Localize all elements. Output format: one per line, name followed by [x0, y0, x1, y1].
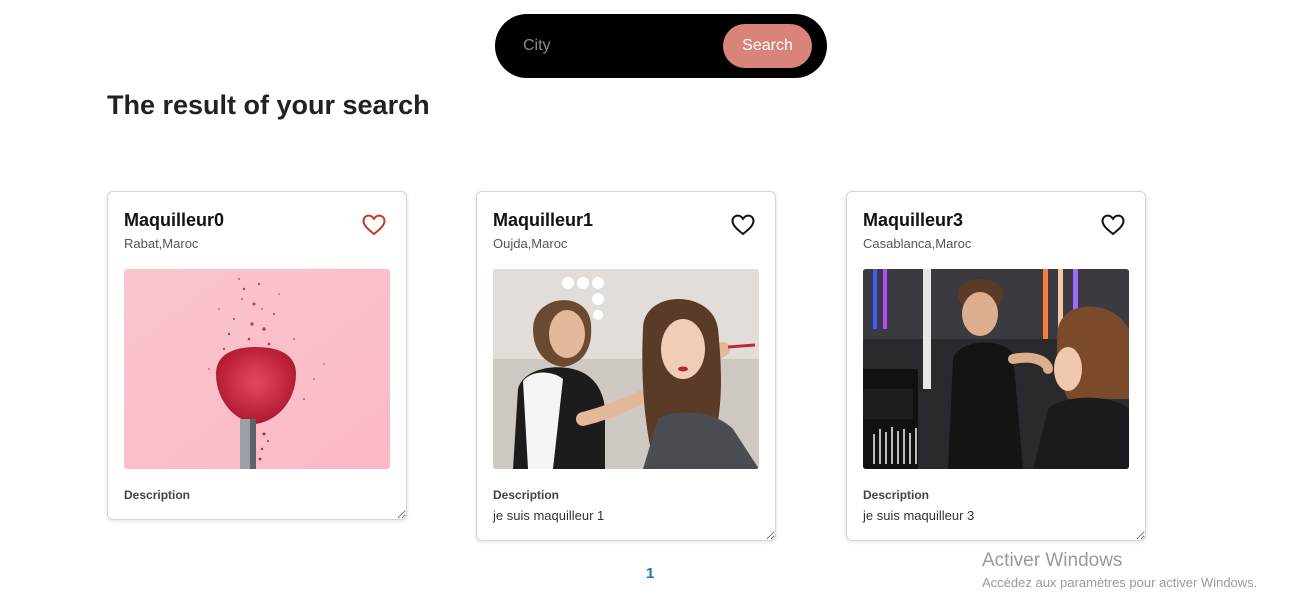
artist-name: Maquilleur1 — [493, 210, 594, 230]
makeup-artist-photo — [493, 269, 759, 469]
windows-activation-subtitle: Accédez aux paramètres pour activer Wind… — [982, 575, 1258, 590]
artist-card[interactable]: Maquilleur1 Oujda,Maroc Description je s… — [476, 191, 776, 541]
description-label: Description — [124, 488, 191, 502]
artist-location: Casablanca,Maroc — [863, 236, 972, 251]
pagination-page[interactable]: 1 — [646, 565, 654, 582]
description-text: je suis maquilleur 1 — [493, 508, 605, 523]
artist-card[interactable]: Maquilleur0 Rabat,Maroc Description — [107, 191, 407, 520]
makeup-studio-photo — [863, 269, 1129, 469]
page: Search The result of your search Maquill… — [0, 0, 1299, 611]
description-label: Description — [863, 488, 930, 502]
page-title: The result of your search — [107, 90, 430, 120]
artist-card[interactable]: Maquilleur3 Casablanca,Maroc Description… — [846, 191, 1146, 541]
windows-activation-title: Activer Windows — [982, 550, 1123, 571]
heart-icon[interactable] — [1101, 214, 1125, 236]
description-text: je suis maquilleur 3 — [863, 508, 975, 523]
artist-name: Maquilleur3 — [863, 210, 964, 230]
search-bar: Search — [495, 14, 827, 78]
description-label: Description — [493, 488, 560, 502]
heart-icon[interactable] — [362, 214, 386, 236]
artist-location: Oujda,Maroc — [493, 236, 568, 251]
search-button[interactable]: Search — [723, 24, 812, 68]
makeup-brush-photo — [124, 269, 390, 469]
artist-name: Maquilleur0 — [124, 210, 225, 230]
heart-icon[interactable] — [731, 214, 755, 236]
city-search-input[interactable] — [515, 28, 721, 64]
artist-location: Rabat,Maroc — [124, 236, 199, 251]
